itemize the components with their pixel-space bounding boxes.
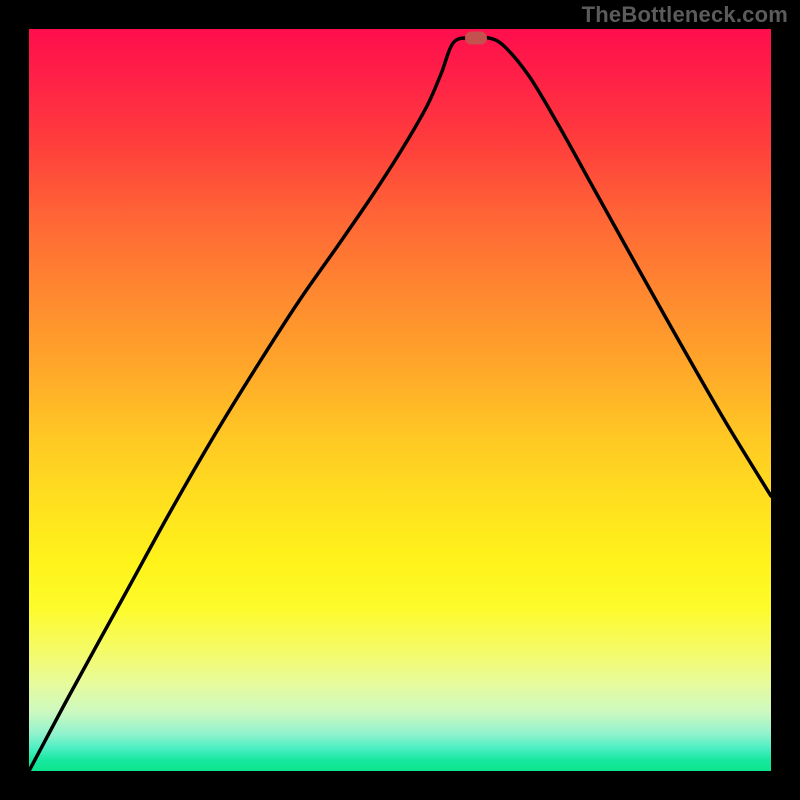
watermark-text: TheBottleneck.com: [582, 2, 788, 28]
chart-frame: TheBottleneck.com: [0, 0, 800, 800]
min-marker: [465, 32, 487, 45]
curve-svg: [29, 29, 771, 771]
curve-path: [29, 37, 771, 771]
plot-area: [29, 29, 771, 771]
